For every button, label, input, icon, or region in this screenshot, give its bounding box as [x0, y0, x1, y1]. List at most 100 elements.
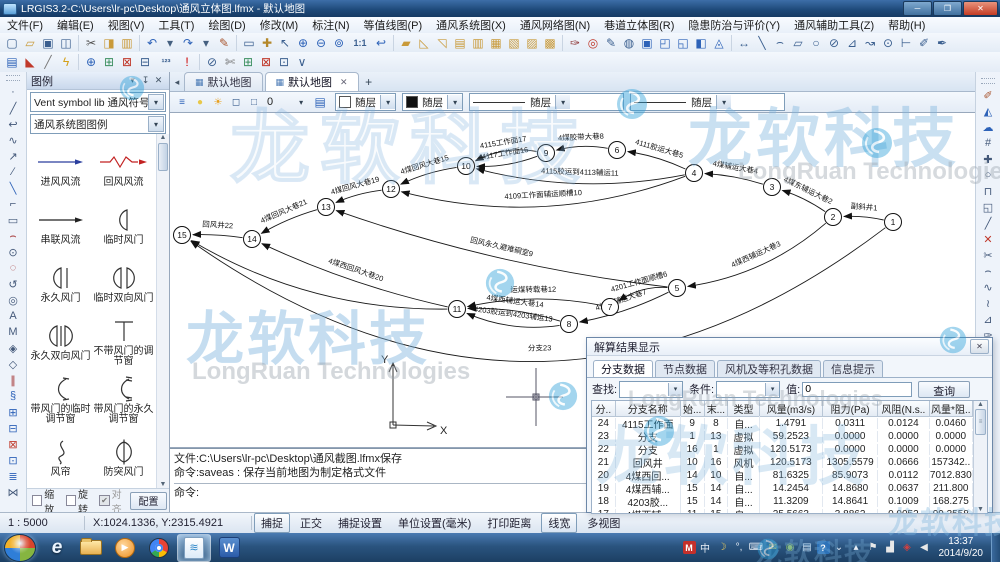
column-header[interactable]: 类型 — [728, 401, 760, 416]
undo-caret-icon[interactable]: ▾ — [161, 35, 179, 51]
menu-item[interactable]: 隐患防治与评价(Y) — [681, 17, 787, 33]
zoom-region-icon[interactable]: ⊕ — [82, 54, 100, 70]
config-button[interactable]: 配置 — [130, 492, 167, 510]
legend-item[interactable]: 临时双向风门 — [92, 254, 155, 312]
tri-tool-icon[interactable]: ⊿ — [979, 311, 997, 327]
bulb-icon[interactable]: ● — [191, 94, 209, 110]
new-file-icon[interactable]: ▢ — [3, 35, 21, 51]
ime-icon[interactable]: 中 — [698, 540, 713, 556]
menu-item[interactable]: 工具(T) — [151, 17, 201, 33]
node-1[interactable]: 1 — [885, 214, 902, 231]
rect-r-icon[interactable]: ⊟ — [136, 54, 154, 70]
wave-tool-icon[interactable]: ∿ — [979, 279, 997, 295]
media-player-icon[interactable]: ▶ — [109, 535, 141, 561]
toolbar-grip[interactable] — [981, 78, 995, 84]
msg-icon[interactable]: ✉ — [766, 540, 781, 556]
column-header[interactable]: 阻力(Pa) — [823, 401, 878, 416]
table-row[interactable]: 174煤西辅...1115自...25.56633.88620.005299.3… — [592, 508, 973, 513]
value-input[interactable] — [802, 382, 912, 397]
more-caret-icon[interactable]: ∨ — [293, 54, 311, 70]
lrgis-icon[interactable]: ≋ — [177, 534, 211, 562]
arc-tool-icon[interactable]: ⌢ — [979, 263, 997, 279]
draw-fill-icon[interactable]: ▩ — [541, 35, 559, 51]
node-6[interactable]: 6 — [609, 142, 626, 159]
draw-hatch2-icon[interactable]: ▨ — [523, 35, 541, 51]
map-tab[interactable]: ▦默认地图 — [184, 72, 263, 91]
back-view-icon[interactable]: ↩ — [372, 35, 390, 51]
node-10[interactable]: 10 — [458, 158, 475, 175]
select-window-icon[interactable]: ▭ — [240, 35, 258, 51]
legend-scrollbar[interactable]: ▲ ▼ — [156, 134, 169, 488]
maximize-button[interactable]: ❐ — [933, 1, 962, 16]
node-9[interactable]: 9 — [538, 145, 555, 162]
triangle-tool-icon[interactable]: ◭ — [979, 103, 997, 119]
spline-tool-icon[interactable]: ∿ — [4, 132, 22, 148]
corner-tool-icon[interactable]: ◱ — [979, 199, 997, 215]
status-toggle[interactable]: 捕捉设置 — [332, 514, 388, 532]
erase-icon[interactable]: ✄ — [221, 54, 239, 70]
revcloud-tool-icon[interactable]: ↺ — [4, 276, 22, 292]
branch-edge[interactable] — [262, 244, 448, 307]
match-h-icon[interactable]: ≣ — [4, 468, 22, 484]
lightning-icon[interactable]: ϟ — [57, 54, 75, 70]
region-tool-icon[interactable]: ◰ — [656, 35, 674, 51]
bylayer-combo-0[interactable]: 随层▾ — [335, 93, 396, 111]
word-icon[interactable]: W — [213, 535, 245, 561]
rotate-checkbox[interactable] — [66, 495, 76, 506]
legend-category-select[interactable]: 通风系统图图例 ▾ — [30, 114, 166, 134]
deg-icon[interactable]: °, — [732, 540, 747, 556]
results-tab[interactable]: 信息提示 — [823, 360, 883, 377]
pin-icon[interactable]: ↧ — [139, 75, 152, 86]
node-15[interactable]: 15 — [174, 227, 191, 244]
measure-arc-icon[interactable]: ⌢ — [771, 35, 789, 51]
paste-icon[interactable]: ▥ — [118, 35, 136, 51]
eject-icon[interactable]: ⌄ — [832, 540, 847, 556]
cut-icon[interactable]: ✂ — [82, 35, 100, 51]
align-h-icon[interactable]: ⊟ — [4, 420, 22, 436]
draw-seam-icon[interactable]: ▤ — [451, 35, 469, 51]
node-14[interactable]: 14 — [244, 231, 261, 248]
zoom-checkbox[interactable] — [32, 495, 42, 506]
line-tool-icon[interactable]: ╱ — [979, 215, 997, 231]
branch-edge[interactable] — [192, 241, 448, 310]
ray-tool-icon[interactable]: ∕ — [4, 164, 22, 180]
status-toggle[interactable]: 捕捉 — [254, 513, 290, 533]
chevron-down-icon[interactable]: ▾ — [148, 94, 164, 110]
sel-r-icon[interactable]: ⊡ — [275, 54, 293, 70]
align-left-icon[interactable]: ⊞ — [4, 404, 22, 420]
zoom-in-icon[interactable]: ⊕ — [294, 35, 312, 51]
search-combo[interactable]: ▾ — [619, 381, 683, 398]
copy-icon[interactable]: ◨ — [100, 35, 118, 51]
chevron-down-icon[interactable]: ▾ — [380, 95, 395, 109]
bylayer-combo-1[interactable]: 随层▾ — [402, 93, 463, 111]
sel-del-icon[interactable]: ⊠ — [257, 54, 275, 70]
node-3[interactable]: 3 — [764, 179, 781, 196]
arch-tool-icon[interactable]: ⊓ — [979, 183, 997, 199]
legend-item[interactable]: 带风门的临时调节窗 — [29, 370, 92, 428]
target-ring-icon[interactable]: ◎ — [584, 35, 602, 51]
menu-item[interactable]: 视图(V) — [101, 17, 152, 33]
menu-item[interactable]: 编辑(E) — [50, 17, 101, 33]
chevron-down-icon[interactable]: ▾ — [126, 75, 139, 86]
node-8[interactable]: 8 — [561, 316, 578, 333]
legend-item[interactable]: 进风风流 — [29, 138, 92, 196]
distribute-icon[interactable]: ⊡ — [4, 452, 22, 468]
moon-icon[interactable]: ☽ — [715, 540, 730, 556]
doc-tray-icon[interactable]: ▤ — [800, 540, 815, 556]
measure-seg-icon[interactable]: ╲ — [753, 35, 771, 51]
sketch-pen-icon[interactable]: ✐ — [915, 35, 933, 51]
undo-icon[interactable]: ↶ — [143, 35, 161, 51]
pointer-icon[interactable]: ↖ — [276, 35, 294, 51]
help-tray-icon[interactable]: ? — [817, 541, 830, 554]
frame-tool-icon[interactable]: ▣ — [638, 35, 656, 51]
menu-item[interactable]: 巷道立体图(R) — [597, 17, 681, 33]
point-mark-icon[interactable]: ⊙ — [879, 35, 897, 51]
taskbar-clock[interactable]: 13:37 2014/9/20 — [939, 536, 984, 560]
measure-dist-icon[interactable]: ↔ — [735, 35, 753, 51]
align-checkbox[interactable]: ✔ — [99, 495, 109, 506]
open-file-icon[interactable]: ▱ — [21, 35, 39, 51]
draw-hatch-icon[interactable]: ▧ — [505, 35, 523, 51]
block-tool-icon[interactable]: ◧ — [692, 35, 710, 51]
ie-icon[interactable]: e — [41, 535, 73, 561]
freeze-icon[interactable]: □ — [245, 94, 263, 110]
